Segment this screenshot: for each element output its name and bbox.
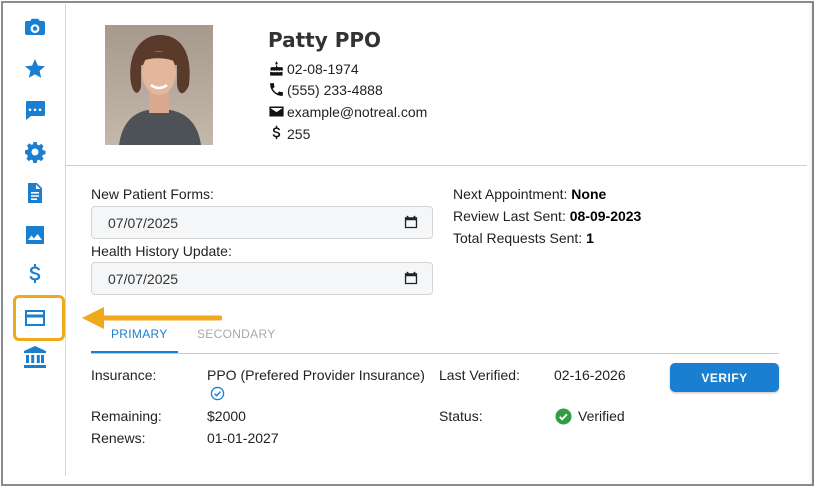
highlight-box <box>13 295 65 341</box>
annotation-arrow-icon <box>82 307 222 329</box>
birthdate-text: 02-08-1974 <box>287 60 359 77</box>
total-requests-label: Total Requests Sent: <box>453 230 587 246</box>
verify-button[interactable]: VERIFY <box>670 363 779 392</box>
status-check-icon <box>555 408 572 425</box>
renews-value: 01-01-2027 <box>207 430 279 446</box>
next-appointment: Next Appointment: None <box>453 186 606 202</box>
health-history-label: Health History Update: <box>91 243 232 259</box>
tab-primary[interactable]: PRIMARY <box>111 327 168 341</box>
review-last-sent-value: 08-09-2023 <box>569 208 642 224</box>
review-last-sent: Review Last Sent: 08-09-2023 <box>453 208 641 224</box>
birthdate-row: 02-08-1974 <box>268 60 359 77</box>
status-label: Status: <box>439 408 483 424</box>
total-requests-value: 1 <box>586 230 594 246</box>
calendar-icon[interactable] <box>404 271 418 285</box>
calendar-icon[interactable] <box>404 215 418 229</box>
new-patient-forms-date-value: 07/07/2025 <box>108 214 179 231</box>
email-text: example@notreal.com <box>287 103 428 120</box>
image-icon[interactable] <box>22 222 48 248</box>
verified-check-icon <box>210 386 225 401</box>
document-icon[interactable] <box>22 180 48 206</box>
frame-shadow <box>808 2 814 486</box>
remaining-value: $2000 <box>207 408 246 424</box>
review-last-sent-label: Review Last Sent: <box>453 208 570 224</box>
star-icon[interactable] <box>22 56 48 82</box>
email-row: example@notreal.com <box>268 103 427 120</box>
cake-icon <box>270 61 283 76</box>
status-value: Verified <box>578 408 625 424</box>
balance-text: 255 <box>287 125 311 142</box>
envelope-icon <box>269 106 284 117</box>
next-appointment-value: None <box>571 186 607 202</box>
patient-photo <box>105 25 213 145</box>
health-history-date-value: 07/07/2025 <box>108 270 179 287</box>
phone-icon <box>270 83 283 96</box>
patient-name: Patty PPO <box>268 28 382 52</box>
camera-icon[interactable] <box>22 14 48 40</box>
new-patient-forms-date-input[interactable]: 07/07/2025 <box>91 206 433 239</box>
total-requests: Total Requests Sent: 1 <box>453 230 594 246</box>
chat-icon[interactable] <box>22 97 48 123</box>
renews-label: Renews: <box>91 430 146 446</box>
gear-icon[interactable] <box>22 139 48 165</box>
last-verified-value: 02-16-2026 <box>554 367 626 383</box>
phone-row: (555) 233-4888 <box>268 81 383 98</box>
dollar-icon[interactable] <box>22 262 48 288</box>
insurance-label: Insurance: <box>91 367 157 383</box>
insurance-value: PPO (Prefered Provider Insurance) <box>207 367 425 383</box>
remaining-label: Remaining: <box>91 408 162 424</box>
bank-icon[interactable] <box>22 344 48 370</box>
phone-text: (555) 233-4888 <box>287 81 383 98</box>
last-verified-label: Last Verified: <box>439 367 520 383</box>
balance-row: 255 <box>268 125 310 142</box>
tab-secondary[interactable]: SECONDARY <box>197 327 276 341</box>
header-divider <box>66 165 807 166</box>
health-history-date-input[interactable]: 07/07/2025 <box>91 262 433 295</box>
new-patient-forms-label: New Patient Forms: <box>91 186 214 202</box>
tab-divider <box>91 353 779 354</box>
dollar-sign-icon <box>272 125 281 140</box>
next-appointment-label: Next Appointment: <box>453 186 572 202</box>
